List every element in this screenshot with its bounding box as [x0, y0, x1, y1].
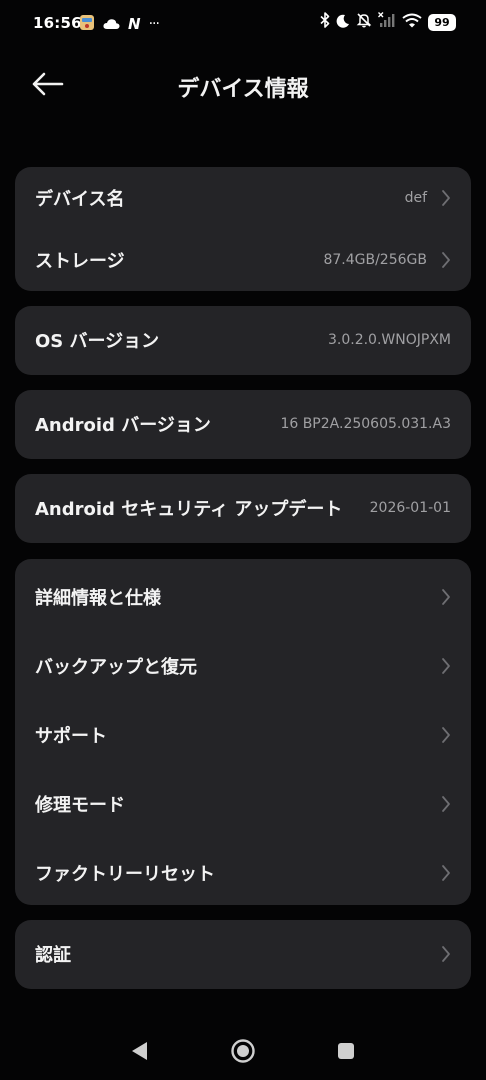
no-signal-icon: [378, 12, 396, 32]
android-version-row[interactable]: Android バージョン 16 BP2A.250605.031.A3: [15, 393, 471, 455]
storage-value: 87.4GB/256GB: [323, 252, 427, 268]
moon-icon: [336, 13, 350, 32]
android-version-card: Android バージョン 16 BP2A.250605.031.A3: [15, 390, 471, 459]
device-name-row[interactable]: デバイス名 def: [15, 167, 471, 229]
menu-item-repair-mode[interactable]: 修理モード: [15, 769, 471, 838]
notification-app-icon: [79, 13, 95, 35]
screen: 16:56 N ··· 99 デバイス情報 デバイス名 def ストレージ 87…: [0, 0, 486, 1080]
menu-item-label: ファクトリーリセット: [35, 863, 215, 885]
certification-card: 認証: [15, 920, 471, 989]
status-time: 16:56: [33, 14, 82, 32]
security-update-row[interactable]: Android セキュリティ アップデート 2026-01-01: [15, 477, 471, 539]
storage-row[interactable]: ストレージ 87.4GB/256GB: [15, 229, 471, 291]
chevron-right-icon: [442, 588, 450, 605]
android-version-value: 16 BP2A.250605.031.A3: [280, 416, 451, 432]
storage-label: ストレージ: [35, 251, 125, 272]
nav-home-button[interactable]: [230, 1038, 256, 1064]
status-bar: 16:56 N ··· 99: [0, 0, 486, 46]
status-right-icons: 99: [320, 12, 456, 32]
chevron-right-icon: [442, 190, 450, 206]
certification-label: 認証: [35, 945, 71, 966]
menu-item-specs[interactable]: 詳細情報と仕様: [15, 562, 471, 631]
menu-item-label: サポート: [35, 725, 107, 747]
menu-item-label: 詳細情報と仕様: [35, 587, 161, 609]
nav-recents-button[interactable]: [337, 1042, 355, 1060]
device-name-value: def: [404, 190, 427, 206]
chevron-right-icon: [442, 864, 450, 881]
cloud-icon: [103, 15, 120, 34]
page-title: デバイス情報: [177, 77, 309, 102]
bluetooth-icon: [320, 12, 330, 32]
chevron-right-icon: [442, 657, 450, 674]
device-card: デバイス名 def ストレージ 87.4GB/256GB: [15, 167, 471, 291]
menu-item-label: バックアップと復元: [35, 656, 197, 678]
os-version-label: OS バージョン: [35, 331, 160, 352]
os-version-value: 3.0.2.0.WNOJPXM: [327, 332, 451, 348]
os-version-card: OS バージョン 3.0.2.0.WNOJPXM: [15, 306, 471, 375]
square-recents-icon: [338, 1043, 354, 1059]
n-app-icon: N: [128, 15, 141, 33]
security-update-label: Android セキュリティ アップデート: [35, 499, 343, 520]
wifi-icon: [402, 13, 422, 32]
device-name-label: デバイス名: [35, 189, 125, 210]
certification-row[interactable]: 認証: [15, 923, 471, 985]
menu-card: 詳細情報と仕様 バックアップと復元 サポート 修理モード ファクトリーリセット: [15, 559, 471, 905]
security-update-card: Android セキュリティ アップデート 2026-01-01: [15, 474, 471, 543]
chevron-right-icon: [442, 726, 450, 743]
chevron-right-icon: [442, 946, 450, 962]
bell-off-icon: [356, 12, 372, 32]
chevron-right-icon: [442, 795, 450, 812]
menu-item-label: 修理モード: [35, 794, 125, 816]
security-update-value: 2026-01-01: [369, 500, 451, 516]
status-left-icons: N ···: [79, 13, 160, 35]
nav-back-button[interactable]: [130, 1040, 150, 1062]
header: デバイス情報: [0, 60, 486, 110]
android-version-label: Android バージョン: [35, 415, 211, 436]
triangle-back-icon: [132, 1042, 147, 1060]
menu-item-factory-reset[interactable]: ファクトリーリセット: [15, 838, 471, 907]
os-version-row[interactable]: OS バージョン 3.0.2.0.WNOJPXM: [15, 309, 471, 371]
home-circle-icon: [231, 1039, 255, 1063]
navigation-bar: [0, 1020, 486, 1080]
menu-item-backup[interactable]: バックアップと復元: [15, 631, 471, 700]
more-dots-icon: ···: [148, 16, 160, 32]
menu-item-support[interactable]: サポート: [15, 700, 471, 769]
battery-indicator: 99: [428, 13, 456, 31]
chevron-right-icon: [442, 252, 450, 268]
